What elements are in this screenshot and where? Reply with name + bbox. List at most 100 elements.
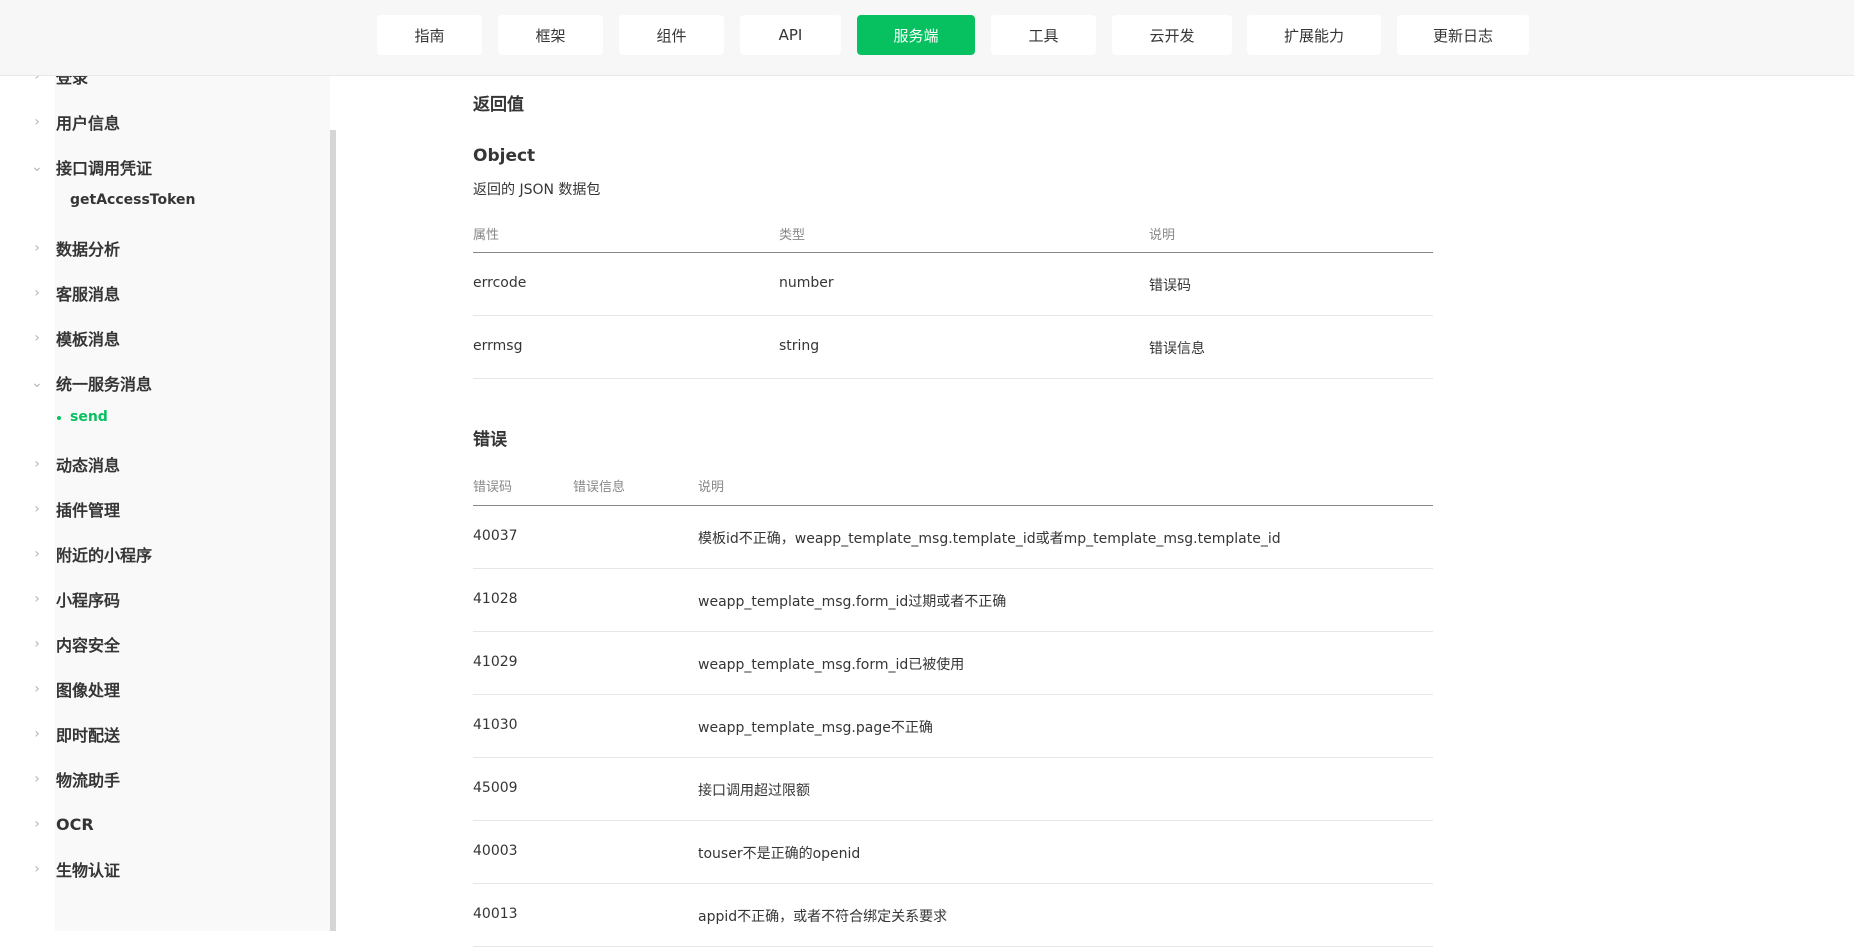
nav-tab-server[interactable]: 服务端 [857,15,975,55]
table-cell: 41028 [473,591,518,607]
chevron-right-icon: › [34,456,40,472]
sidebar: › 登录 › 用户信息 ⌄ 接口调用凭证 getAccessToken › 数据… [0,76,330,931]
chevron-right-icon: › [34,114,40,130]
table-row: errmsg string 错误信息 [473,316,1433,379]
object-description: 返回的 JSON 数据包 [473,182,601,198]
table-cell: 40003 [473,843,518,859]
table-cell: 45009 [473,780,518,796]
sidebar-item-label: 用户信息 [56,114,121,133]
table-row: 40037 模板id不正确，weapp_template_msg.templat… [473,506,1433,569]
sidebar-item-miniprogram-code[interactable]: › 小程序码 [0,584,320,614]
chevron-right-icon: › [34,591,40,607]
table-header: 错误码 [473,480,513,495]
sidebar-item-label: 插件管理 [56,501,121,520]
table-cell: errcode [473,275,527,291]
sidebar-item-label: 生物认证 [56,861,121,880]
sidebar-item-label: 物流助手 [56,771,121,790]
table-cell: 接口调用超过限额 [698,783,810,799]
table-cell: 40013 [473,906,518,922]
sidebar-item-biometric-auth[interactable]: › 生物认证 [0,854,320,884]
sidebar-item-customer-service[interactable]: › 客服消息 [0,278,320,308]
table-header: 说明 [698,480,725,495]
table-cell: weapp_template_msg.page不正确 [698,720,933,736]
sidebar-item-login[interactable]: › 登录 [0,76,320,91]
sidebar-item-label: 数据分析 [56,240,121,259]
table-cell: 41030 [473,717,518,733]
sidebar-item-logistics-assistant[interactable]: › 物流助手 [0,764,320,794]
table-row: errcode number 错误码 [473,253,1433,316]
top-nav: 指南 框架 组件 API 服务端 工具 云开发 扩展能力 更新日志 [0,0,1854,76]
nav-tab-framework[interactable]: 框架 [498,15,603,55]
table-header: 说明 [1149,228,1176,243]
sidebar-item-data-analysis[interactable]: › 数据分析 [0,233,320,263]
chevron-right-icon: › [34,240,40,256]
table-row: 45009 接口调用超过限额 [473,758,1433,821]
table-row: 40013 appid不正确，或者不符合绑定关系要求 [473,884,1433,947]
sidebar-scrollbar[interactable] [330,130,336,931]
sidebar-subitem-send[interactable]: send [70,404,108,430]
sidebar-item-ocr[interactable]: › OCR [0,809,320,839]
sidebar-subitem-getaccesstoken[interactable]: getAccessToken [70,187,196,213]
sidebar-item-label: 统一服务消息 [56,375,153,394]
sidebar-item-label: 小程序码 [56,591,121,610]
active-dot [57,416,61,420]
sidebar-item-user-info[interactable]: › 用户信息 [0,107,320,137]
nav-tab-api[interactable]: API [740,15,841,55]
table-row: 41030 weapp_template_msg.page不正确 [473,695,1433,758]
chevron-right-icon: › [34,726,40,742]
table-cell: weapp_template_msg.form_id过期或者不正确 [698,594,1007,610]
chevron-right-icon: › [34,771,40,787]
sidebar-item-label: 图像处理 [56,681,121,700]
table-cell: number [779,275,834,291]
chevron-right-icon: › [34,636,40,652]
sidebar-item-label: OCR [56,814,94,834]
sidebar-item-content-security[interactable]: › 内容安全 [0,629,320,659]
sidebar-item-nearby-miniprogram[interactable]: › 附近的小程序 [0,539,320,569]
table-cell: appid不正确，或者不符合绑定关系要求 [698,909,948,925]
return-value-heading: 返回值 [473,95,524,115]
nav-tab-guide[interactable]: 指南 [377,15,482,55]
chevron-right-icon: › [34,285,40,301]
sidebar-item-uniform-message[interactable]: ⌄ 统一服务消息 [0,368,320,398]
chevron-right-icon: › [34,76,40,84]
table-cell: 模板id不正确，weapp_template_msg.template_id或者… [698,531,1281,547]
sidebar-item-label: 登录 [56,76,89,87]
sidebar-item-label: 内容安全 [56,636,121,655]
sidebar-item-dynamic-message[interactable]: › 动态消息 [0,449,320,479]
chevron-down-icon: ⌄ [31,375,43,391]
chevron-right-icon: › [34,330,40,346]
table-header: 属性 [473,228,500,243]
table-cell: weapp_template_msg.form_id已被使用 [698,657,965,673]
sidebar-item-template-message[interactable]: › 模板消息 [0,323,320,353]
sidebar-item-label: 接口调用凭证 [56,159,153,178]
sidebar-item-image-processing[interactable]: › 图像处理 [0,674,320,704]
object-heading: Object [473,146,536,166]
sidebar-item-label: 客服消息 [56,285,121,304]
table-row: 41029 weapp_template_msg.form_id已被使用 [473,632,1433,695]
sidebar-item-label: 模板消息 [56,330,121,349]
nav-tab-components[interactable]: 组件 [619,15,724,55]
error-heading: 错误 [473,430,507,450]
nav-tab-changelog[interactable]: 更新日志 [1397,15,1529,55]
sidebar-item-label: 附近的小程序 [56,546,153,565]
sidebar-item-instant-delivery[interactable]: › 即时配送 [0,719,320,749]
chevron-right-icon: › [34,681,40,697]
nav-tab-cloud[interactable]: 云开发 [1112,15,1232,55]
table-row: 41028 weapp_template_msg.form_id过期或者不正确 [473,569,1433,632]
chevron-right-icon: › [34,816,40,832]
sidebar-item-access-credential[interactable]: ⌄ 接口调用凭证 [0,152,320,182]
table-cell: string [779,338,820,354]
table-cell: touser不是正确的openid [698,846,861,862]
table-header: 错误信息 [573,480,626,495]
table-header: 类型 [779,228,806,243]
nav-tab-extensions[interactable]: 扩展能力 [1247,15,1381,55]
chevron-right-icon: › [34,546,40,562]
chevron-right-icon: › [34,861,40,877]
chevron-right-icon: › [34,501,40,517]
table-cell: 错误码 [1149,278,1191,294]
chevron-down-icon: ⌄ [31,159,43,175]
table-cell: 41029 [473,654,518,670]
nav-tab-tools[interactable]: 工具 [991,15,1096,55]
sidebar-item-plugin-management[interactable]: › 插件管理 [0,494,320,524]
table-cell: 错误信息 [1149,341,1205,357]
